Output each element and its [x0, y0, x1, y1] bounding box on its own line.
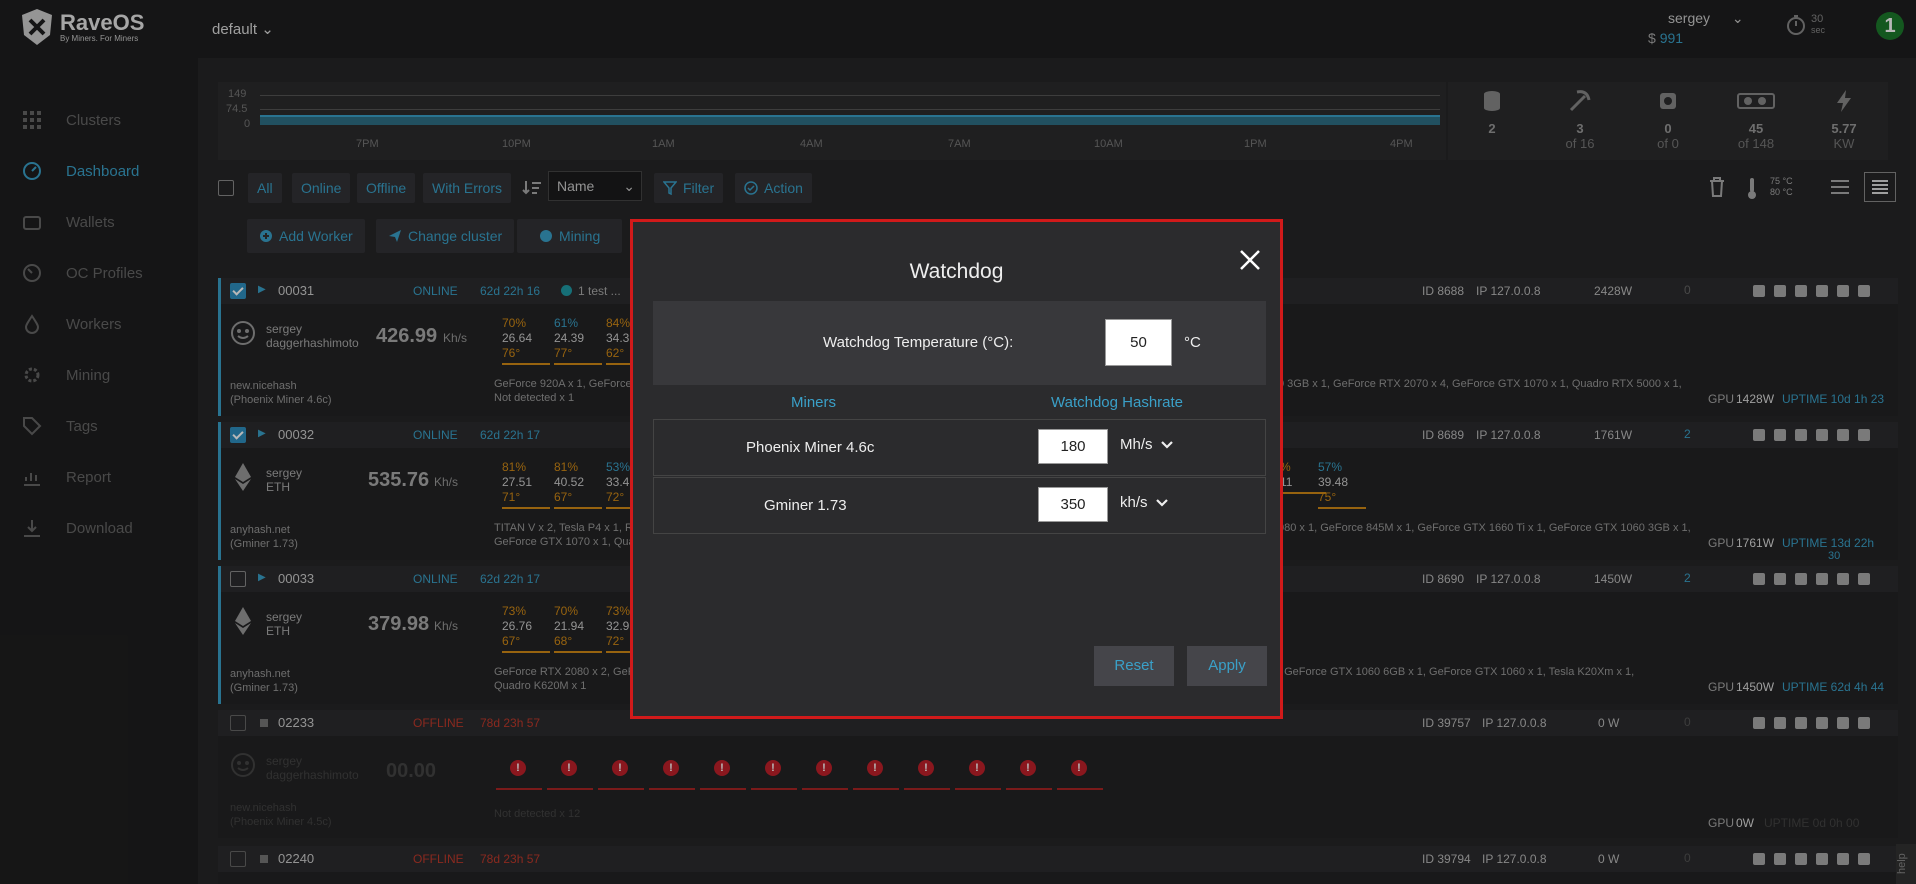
modal-title: Watchdog	[909, 260, 1004, 283]
hashrate-input[interactable]: 350	[1038, 487, 1108, 522]
apply-button[interactable]: Apply	[1187, 646, 1267, 686]
close-icon[interactable]	[1236, 246, 1264, 274]
watchdog-temp-panel: Watchdog Temperature (°C): 50 °C	[653, 301, 1266, 385]
watchdog-miner-row: Gminer 1.73 350 kh/s	[653, 477, 1266, 534]
watchdog-temp-unit: °C	[1184, 334, 1201, 351]
hashrate-unit-select[interactable]: Mh/s	[1120, 436, 1173, 453]
miner-name: Phoenix Miner 4.6c	[746, 439, 875, 456]
reset-button[interactable]: Reset	[1094, 646, 1174, 686]
hashrate-input[interactable]: 180	[1038, 429, 1108, 464]
hashrate-unit-select[interactable]: kh/s	[1120, 494, 1168, 511]
chevron-down-icon	[1155, 498, 1168, 507]
hashrate-unit: Mh/s	[1120, 436, 1153, 453]
watchdog-modal: Watchdog Watchdog Temperature (°C): 50 °…	[630, 219, 1283, 719]
chevron-down-icon	[1160, 440, 1173, 449]
watchdog-miner-row: Phoenix Miner 4.6c 180 Mh/s	[653, 419, 1266, 476]
watchdog-temp-input[interactable]: 50	[1105, 319, 1172, 366]
miners-column-header: Miners	[791, 394, 837, 411]
hashrate-column-header: Watchdog Hashrate	[1051, 394, 1184, 411]
miner-name: Gminer 1.73	[764, 497, 847, 514]
watchdog-temp-label: Watchdog Temperature (°C):	[823, 334, 1014, 351]
hashrate-unit: kh/s	[1120, 494, 1148, 511]
